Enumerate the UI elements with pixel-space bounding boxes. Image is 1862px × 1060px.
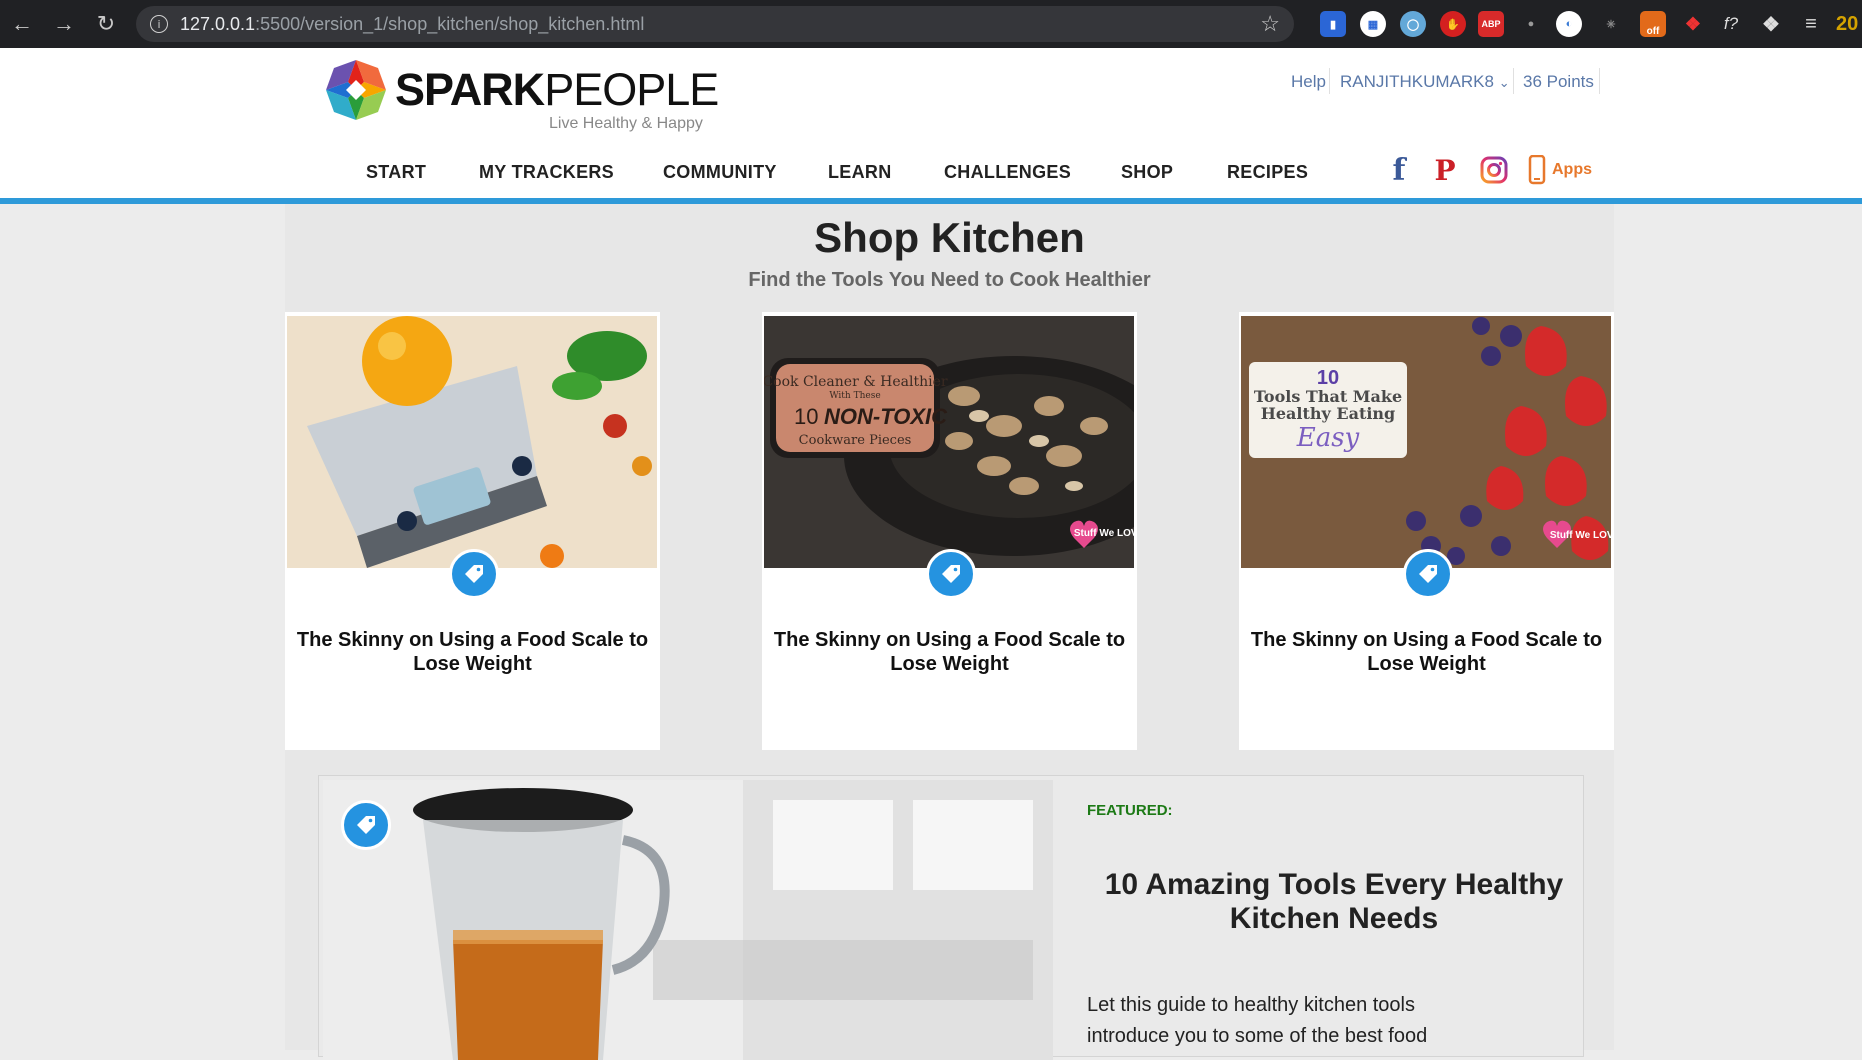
svg-text:Stuff We LOVE: Stuff We LOVE [1550,530,1611,541]
svg-text:Cook Cleaner & Healthier: Cook Cleaner & Healthier [764,374,948,390]
off-ext-icon[interactable]: off [1640,11,1666,37]
svg-text:10: 10 [794,404,818,429]
price-tag-icon [449,549,499,599]
globe-ext-icon[interactable]: ◯ [1400,11,1426,37]
sparkpeople-logo-icon[interactable] [324,58,388,122]
address-bar[interactable]: i 127.0.0.1:5500/version_1/shop_kitchen/… [136,6,1294,42]
svg-text:Easy: Easy [1296,423,1360,453]
info-icon[interactable]: i [150,15,168,33]
pinterest-icon[interactable]: P [1430,154,1460,186]
nav-start[interactable]: START [366,162,426,183]
brand-name[interactable]: SPARKPEOPLE [395,64,719,116]
red-hand-ext-icon[interactable]: ✋ [1440,11,1466,37]
card-title[interactable]: The Skinny on Using a Food Scale to Lose… [295,628,650,676]
card-title[interactable]: The Skinny on Using a Food Scale to Lose… [772,628,1127,676]
price-tag-icon [341,800,391,850]
nav-learn[interactable]: LEARN [828,162,892,183]
product-card[interactable]: The Skinny on Using a Food Scale to Lose… [285,312,660,750]
svg-text:NON-TOXIC: NON-TOXIC [824,404,948,429]
blender-image[interactable] [323,780,1053,1060]
svg-text:Stuff We LOVE: Stuff We LOVE [1074,528,1134,539]
cookware-image[interactable]: Cook Cleaner & Healthier With These 10 N… [764,316,1134,568]
nav-challenges[interactable]: CHALLENGES [944,162,1071,183]
svg-text:With These: With These [829,391,880,401]
divider [1599,68,1600,94]
divider [1329,68,1330,94]
card-title[interactable]: The Skinny on Using a Food Scale to Lose… [1249,628,1604,676]
price-tag-icon [926,549,976,599]
featured-description: Let this guide to healthy kitchen tools … [1087,994,1428,1047]
browser-toolbar: ← → ↻ i 127.0.0.1:5500/version_1/shop_ki… [0,0,1862,48]
grid-ext-icon[interactable]: ▦ [1360,11,1386,37]
gear-ext-icon[interactable]: ✳ [1598,11,1624,37]
reload-icon[interactable]: ↻ [86,4,126,44]
nav-community[interactable]: COMMUNITY [663,162,777,183]
nav-my-trackers[interactable]: MY TRACKERS [479,162,614,183]
product-card[interactable]: Cook Cleaner & Healthier With These 10 N… [762,312,1137,750]
abp-ext-icon[interactable]: ABP [1478,11,1504,37]
formula-ext-icon[interactable]: f? [1718,11,1744,37]
help-link[interactable]: Help [1291,72,1326,92]
points-link[interactable]: 36 Points [1523,72,1594,92]
bookmark-ext-icon[interactable]: ▮ [1320,11,1346,37]
featured-label: FEATURED: [1087,802,1173,819]
healthy-tools-image[interactable]: 10 Tools That Make Healthy Eating Easy S… [1241,316,1611,568]
colorwheel-ext-icon[interactable]: ❖ [1680,11,1706,37]
instagram-icon[interactable] [1479,154,1509,186]
svg-text:10: 10 [1317,367,1339,389]
apps-link[interactable]: Apps [1552,161,1592,179]
forward-icon[interactable]: → [44,4,84,44]
back-icon[interactable]: ← [2,4,42,44]
price-tag-icon [1403,549,1453,599]
featured-article[interactable]: FEATURED: 10 Amazing Tools Every Healthy… [318,775,1584,1060]
page-subtitle: Find the Tools You Need to Cook Healthie… [748,269,1151,291]
featured-title[interactable]: 10 Amazing Tools Every Healthy Kitchen N… [1099,868,1569,936]
chevron-down-icon: ⌄ [1498,75,1510,90]
circle-ext-icon[interactable]: ◐ [1556,11,1582,37]
svg-text:Cookware Pieces: Cookware Pieces [799,433,912,448]
tagline: Live Healthy & Happy [549,115,703,132]
divider [1513,68,1514,94]
nav-recipes[interactable]: RECIPES [1227,162,1308,183]
page-title: Shop Kitchen [814,214,1085,261]
puzzle-icon[interactable]: ❖ [1758,11,1784,37]
profile-cut-icon[interactable]: 20 [1836,11,1862,37]
phone-icon[interactable] [1526,154,1548,186]
bookmark-star-icon[interactable]: ☆ [1260,11,1280,37]
product-card[interactable]: 10 Tools That Make Healthy Eating Easy S… [1239,312,1614,750]
nav-shop[interactable]: SHOP [1121,162,1173,183]
playlist-icon[interactable]: ≡ [1798,11,1824,37]
facebook-icon[interactable]: f [1386,153,1412,188]
gray-ext-icon[interactable]: ● [1518,11,1544,37]
url-text[interactable]: 127.0.0.1:5500/version_1/shop_kitchen/sh… [180,14,644,35]
svg-text:P: P [1434,155,1455,185]
food-scale-image[interactable] [287,316,657,568]
svg-text:Healthy Eating: Healthy Eating [1261,404,1395,423]
user-menu[interactable]: RANJITHKUMARK8 ⌄ [1340,72,1510,92]
